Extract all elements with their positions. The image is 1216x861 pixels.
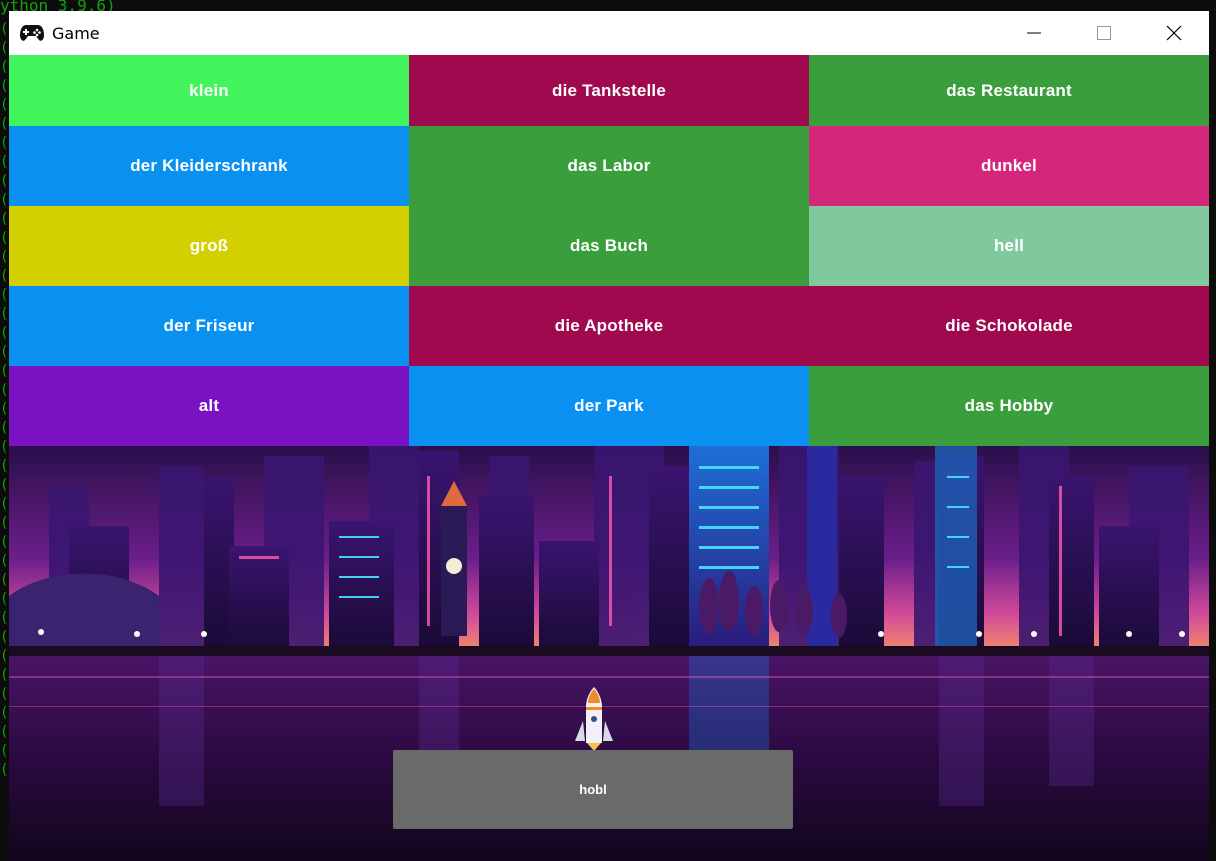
word-label: die Apotheke <box>554 316 664 335</box>
gamepad-icon <box>20 21 44 45</box>
word-tile[interactable]: hell <box>809 206 1209 286</box>
word-label: das Hobby <box>964 396 1054 415</box>
title-bar[interactable]: Game <box>9 11 1209 55</box>
word-tile[interactable]: das Hobby <box>809 366 1209 446</box>
word-tile[interactable]: die Apotheke <box>409 286 809 366</box>
window-title: Game <box>52 23 100 43</box>
word-tile[interactable]: der Friseur <box>9 286 409 366</box>
word-label: die Tankstelle <box>552 80 666 100</box>
word-tile[interactable]: das Labor <box>409 126 809 206</box>
game-window: Game klein die Tankstelle das Restaurant… <box>9 11 1209 861</box>
word-label: der Friseur <box>163 316 255 335</box>
word-tile[interactable]: der Park <box>409 366 809 446</box>
word-label: groß <box>189 236 229 255</box>
word-tile[interactable]: dunkel <box>809 126 1209 206</box>
word-tile[interactable]: groß <box>9 206 409 286</box>
word-grid: klein die Tankstelle das Restaurant der … <box>9 55 1209 446</box>
word-label: alt <box>198 396 220 415</box>
word-label: das Buch <box>569 236 649 255</box>
minimize-button[interactable] <box>999 11 1069 55</box>
maximize-button[interactable] <box>1069 11 1139 55</box>
word-tile[interactable]: das Restaurant <box>809 55 1209 126</box>
answer-input[interactable]: hobl <box>393 750 793 829</box>
word-label: das Restaurant <box>946 80 1072 100</box>
word-tile[interactable]: klein <box>9 55 409 126</box>
maximize-icon <box>1097 26 1111 40</box>
word-label: klein <box>189 80 229 100</box>
word-tile[interactable]: der Kleiderschrank <box>9 126 409 206</box>
minimize-icon <box>1027 32 1041 34</box>
word-label: hell <box>993 236 1025 255</box>
word-label: der Kleiderschrank <box>130 156 288 175</box>
word-tile[interactable]: die Schokolade <box>809 286 1209 366</box>
close-button[interactable] <box>1139 11 1209 55</box>
answer-text: hobl <box>579 782 607 797</box>
word-label: der Park <box>574 396 644 415</box>
close-icon <box>1166 25 1182 41</box>
word-label: das Labor <box>567 156 651 175</box>
word-label: die Schokolade <box>945 316 1073 335</box>
rocket-icon <box>569 685 619 751</box>
word-tile[interactable]: alt <box>9 366 409 446</box>
word-tile[interactable]: die Tankstelle <box>409 55 809 126</box>
terminal-gutter: (((((((((( (((((((((( (((((((((( (((((((… <box>0 21 9 778</box>
word-tile[interactable]: das Buch <box>409 206 809 286</box>
word-label: dunkel <box>981 156 1037 175</box>
